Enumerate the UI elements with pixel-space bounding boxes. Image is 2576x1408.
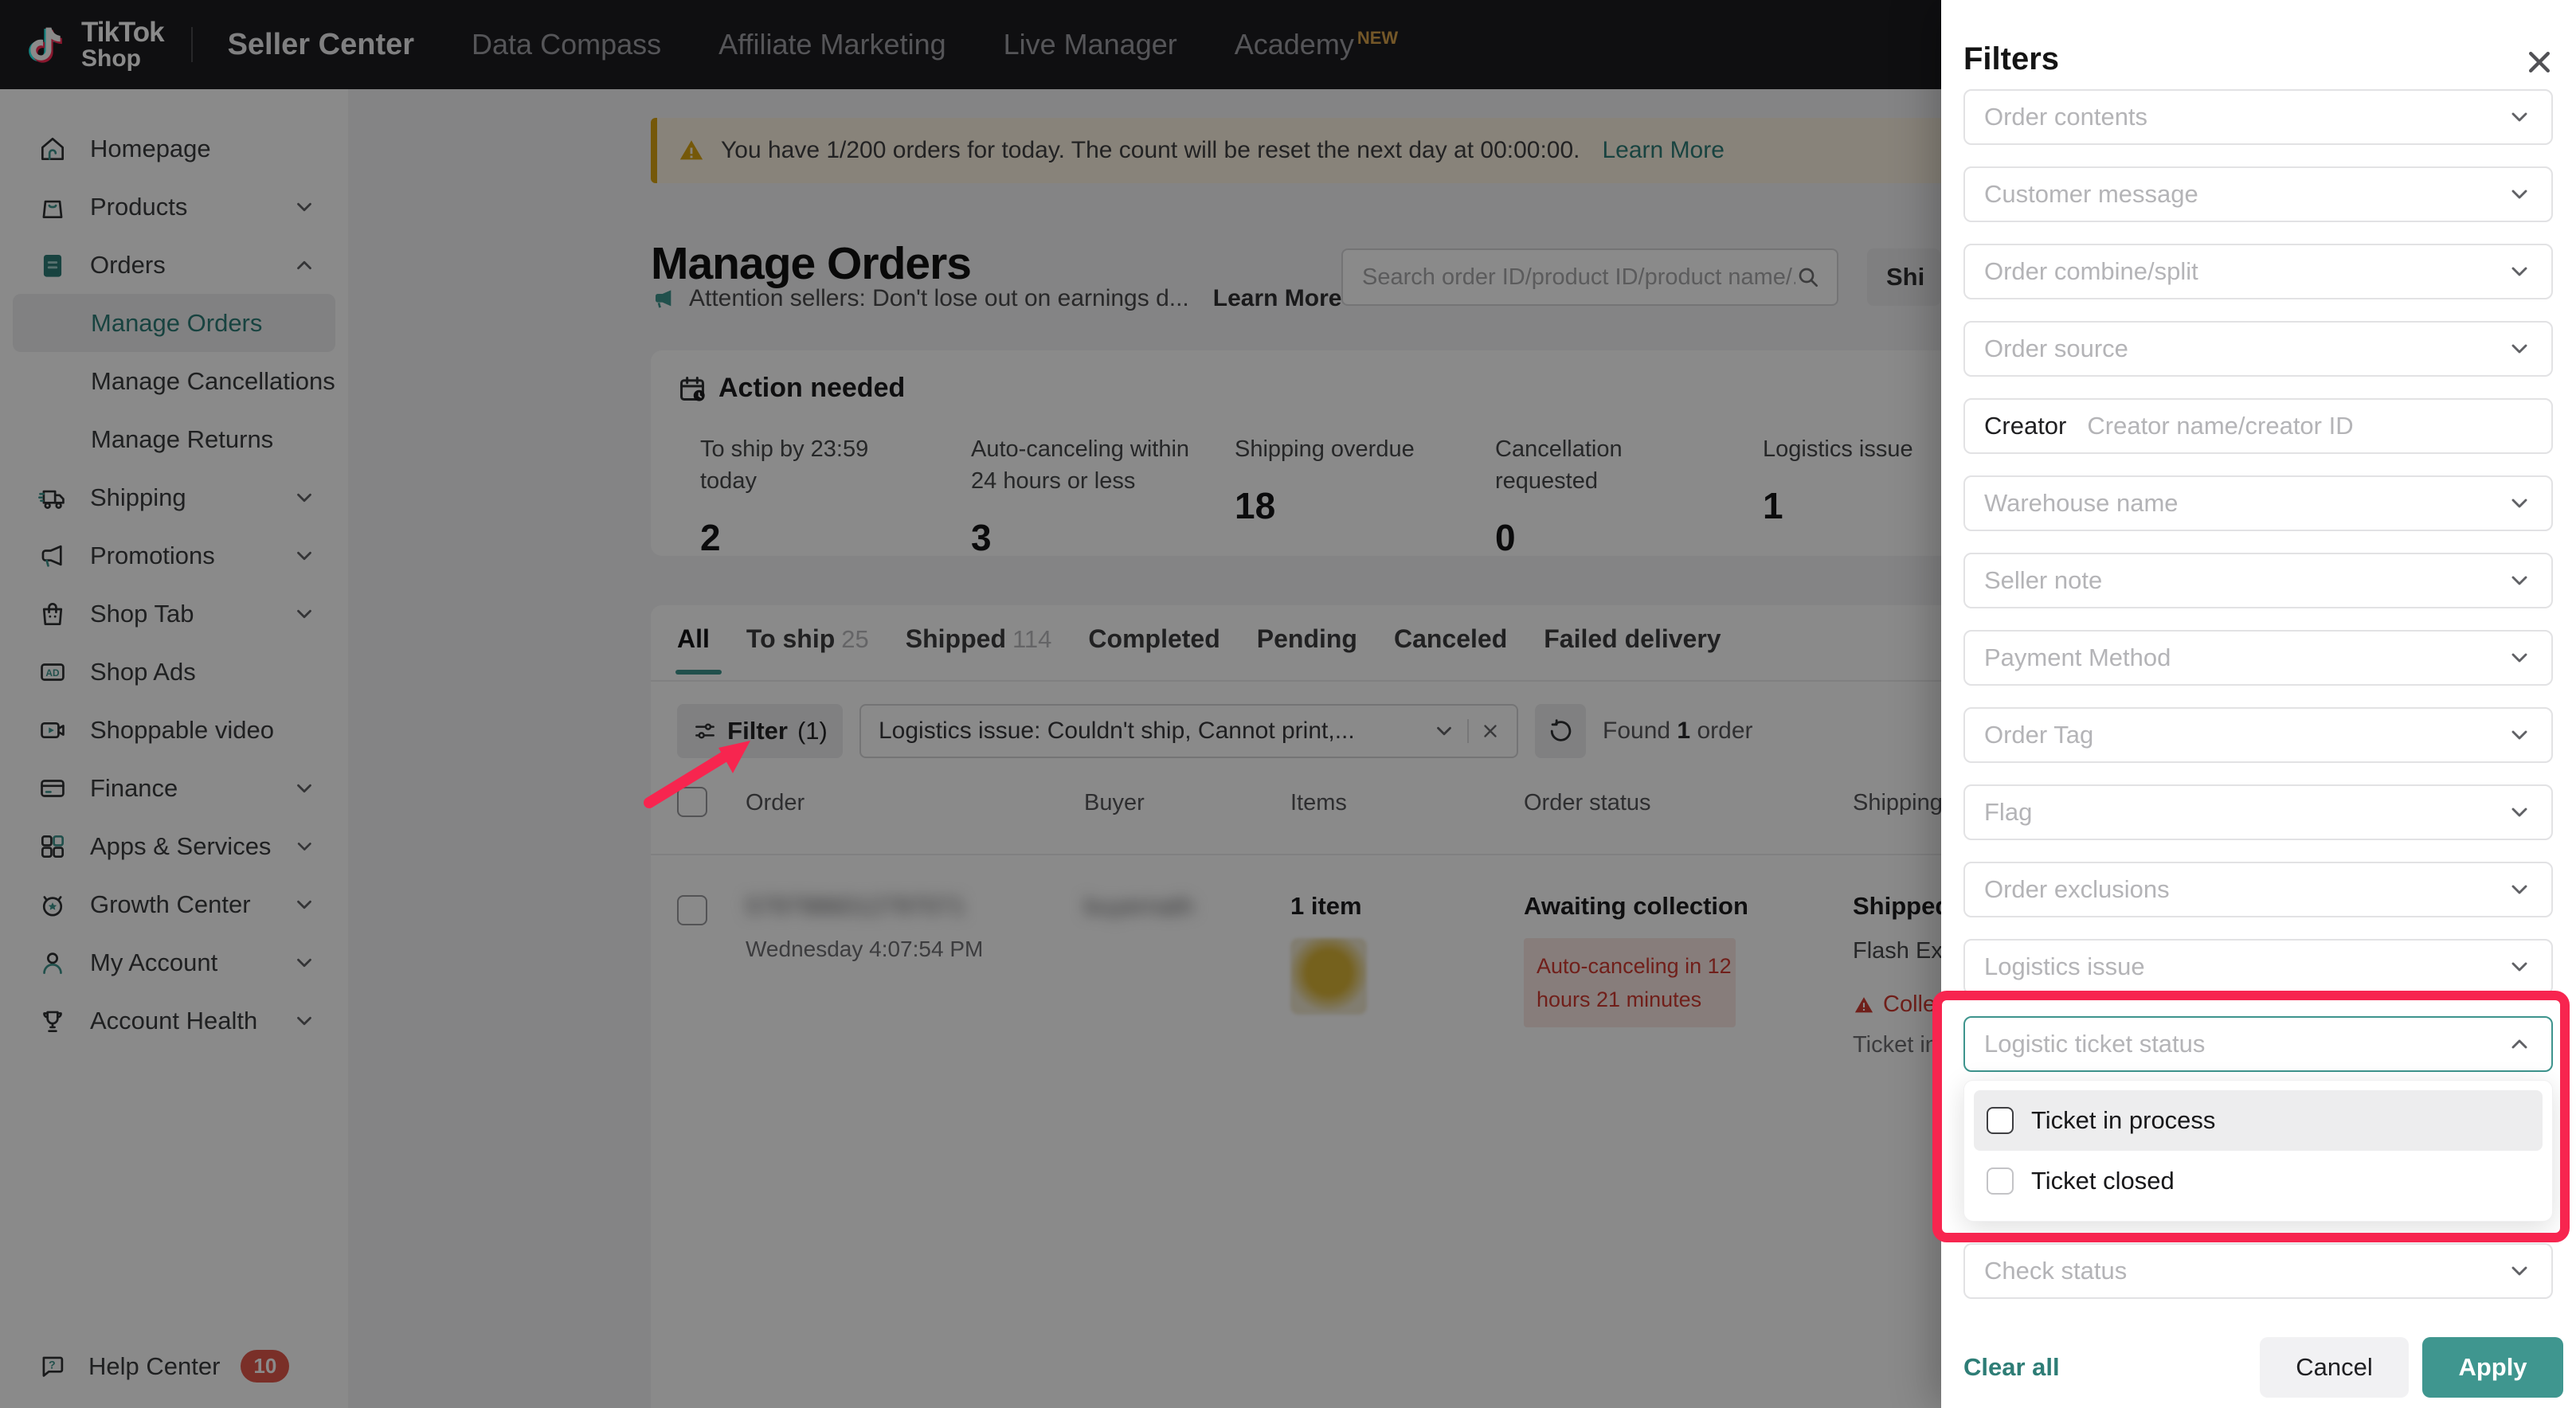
field-placeholder: Order combine/split xyxy=(1984,257,2198,285)
chevron-down-icon xyxy=(2511,962,2527,972)
field-placeholder: Check status xyxy=(1984,1257,2128,1285)
annotation-highlight-rectangle xyxy=(1932,991,2570,1242)
chevron-down-icon xyxy=(2511,576,2527,585)
chevron-down-icon xyxy=(2511,653,2527,663)
filter-field-customer-message[interactable]: Customer message xyxy=(1963,166,2553,222)
filter-field-order-contents[interactable]: Order contents xyxy=(1963,89,2553,145)
drawer-footer: Clear all Cancel Apply xyxy=(1963,1337,2563,1398)
filter-field-order-source[interactable]: Order source xyxy=(1963,321,2553,377)
chevron-down-icon xyxy=(2511,190,2527,199)
field-placeholder: Order exclusions xyxy=(1984,875,2170,903)
apply-button[interactable]: Apply xyxy=(2422,1337,2563,1398)
filter-field-logistics-issue[interactable]: Logistics issue xyxy=(1963,939,2553,995)
field-placeholder: Logistics issue xyxy=(1984,952,2145,980)
chevron-down-icon xyxy=(2511,1266,2527,1276)
filter-field-warehouse-name[interactable]: Warehouse name xyxy=(1963,475,2553,531)
creator-placeholder: Creator name/creator ID xyxy=(2087,412,2354,440)
field-placeholder: Payment Method xyxy=(1984,643,2171,671)
filter-field-order-tag[interactable]: Order Tag xyxy=(1963,707,2553,763)
chevron-down-icon xyxy=(2511,344,2527,354)
filter-field-seller-note[interactable]: Seller note xyxy=(1963,553,2553,608)
field-placeholder: Seller note xyxy=(1984,566,2103,594)
field-placeholder: Flag xyxy=(1984,798,2033,826)
chevron-down-icon xyxy=(2511,730,2527,740)
cancel-button[interactable]: Cancel xyxy=(2260,1337,2409,1398)
annotation-arrow xyxy=(644,741,750,808)
field-placeholder: Order source xyxy=(1984,334,2128,362)
field-placeholder: Order contents xyxy=(1984,103,2148,131)
filter-field-creator[interactable]: Creator Creator name/creator ID xyxy=(1963,398,2553,454)
filters-title: Filters xyxy=(1963,41,2060,76)
chevron-down-icon xyxy=(2511,112,2527,122)
filter-field-order-exclusions[interactable]: Order exclusions xyxy=(1963,862,2553,917)
field-placeholder: Order Tag xyxy=(1984,721,2094,749)
chevron-down-icon xyxy=(2511,267,2527,276)
chevron-down-icon xyxy=(2511,885,2527,894)
chevron-down-icon xyxy=(2511,808,2527,817)
filter-field-flag[interactable]: Flag xyxy=(1963,784,2553,840)
filter-field-check-status[interactable]: Check status xyxy=(1963,1243,2553,1299)
field-placeholder: Warehouse name xyxy=(1984,489,2179,517)
filter-field-payment-method[interactable]: Payment Method xyxy=(1963,630,2553,686)
close-icon[interactable] xyxy=(2523,46,2555,78)
chevron-down-icon xyxy=(2511,499,2527,508)
creator-label: Creator xyxy=(1984,412,2067,440)
field-placeholder: Customer message xyxy=(1984,180,2198,208)
filter-field-order-combine-split[interactable]: Order combine/split xyxy=(1963,244,2553,299)
clear-all-link[interactable]: Clear all xyxy=(1963,1353,2060,1382)
